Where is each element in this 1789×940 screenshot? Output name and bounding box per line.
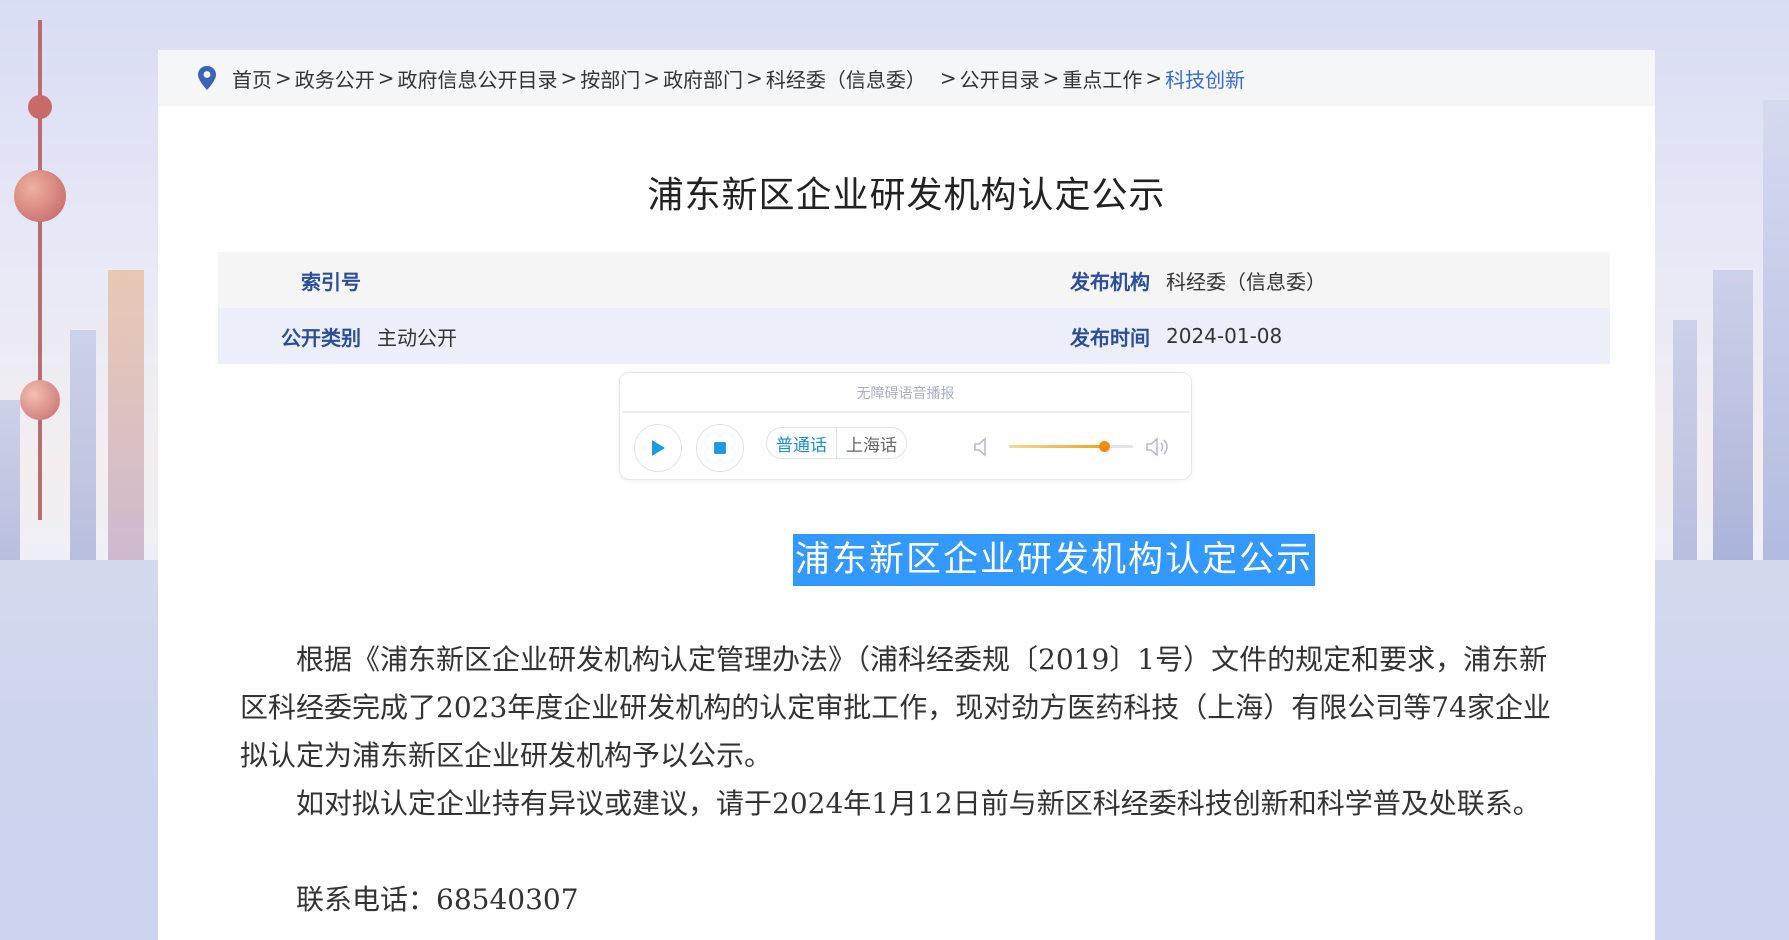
audio-player: 无障碍语音播报 普通话 上海话: [619, 372, 1192, 480]
volume-slider-fill: [1009, 445, 1105, 448]
breadcrumb-gov-affairs[interactable]: 政务公开: [295, 64, 375, 93]
breadcrumb-gov-departments[interactable]: 政府部门: [663, 64, 743, 93]
category-label: 公开类别: [281, 325, 361, 350]
player-progress[interactable]: [622, 411, 1189, 413]
breadcrumb-home[interactable]: 首页: [232, 64, 272, 93]
breadcrumb-separator: >: [275, 66, 292, 90]
main-container: 首页 > 政务公开 > 政府信息公开目录 > 按部门 > 政府部门 > 科经委（…: [158, 50, 1655, 940]
play-button[interactable]: [634, 424, 682, 472]
breadcrumb-separator: >: [1042, 66, 1060, 90]
breadcrumb: 首页 > 政务公开 > 政府信息公开目录 > 按部门 > 政府部门 > 科经委（…: [158, 50, 1655, 106]
volume-low-icon[interactable]: [972, 436, 992, 458]
player-title: 无障碍语音播报: [856, 386, 955, 402]
index-label: 索引号: [301, 269, 361, 294]
meta-row: 公开类别 主动公开 发布时间 2024-01-08: [218, 308, 1610, 364]
breadcrumb-separator: >: [746, 66, 763, 90]
breadcrumb-key-work[interactable]: 重点工作: [1062, 64, 1142, 93]
article-paragraph: 根据《浦东新区企业研发机构认定管理办法》（浦科经委规〔2019〕1号）文件的规定…: [240, 643, 1551, 772]
lang-shanghai-button[interactable]: 上海话: [837, 428, 906, 458]
publisher-cell: 发布机构 科经委（信息委）: [1030, 266, 1326, 295]
content-heading-highlighted: 浦东新区企业研发机构认定公示: [793, 534, 1316, 586]
left-skyline: [0, 0, 158, 560]
stop-icon: [714, 442, 726, 454]
volume-slider[interactable]: [1009, 441, 1133, 452]
contact-phone: 联系电话：68540307: [296, 883, 579, 916]
article-body: 根据《浦东新区企业研发机构认定管理办法》（浦科经委规〔2019〕1号）文件的规定…: [240, 636, 1575, 924]
volume-slider-knob[interactable]: [1099, 441, 1111, 452]
breadcrumb-separator: >: [377, 66, 395, 90]
date-cell: 发布时间 2024-01-08: [1030, 322, 1282, 351]
date-value: 2024-01-08: [1166, 324, 1283, 348]
stop-button[interactable]: [696, 424, 744, 472]
breadcrumb-separator: >: [643, 66, 661, 90]
breadcrumb-by-department[interactable]: 按部门: [580, 64, 640, 93]
breadcrumb-public-catalog[interactable]: 公开目录: [960, 64, 1040, 93]
breadcrumb-separator: >: [560, 66, 578, 90]
volume-high-icon[interactable]: [1145, 435, 1171, 459]
breadcrumb-separator: >: [1145, 66, 1163, 90]
publisher-value: 科经委（信息委）: [1166, 269, 1326, 294]
volume-control: [972, 433, 1172, 459]
language-switch: 普通话 上海话: [766, 427, 907, 459]
right-skyline: [1655, 0, 1789, 560]
date-label: 发布时间: [1070, 325, 1150, 350]
meta-table: 索引号 发布机构 科经委（信息委） 公开类别 主动公开 发布时间 2024-01…: [218, 252, 1610, 364]
location-pin-icon: [198, 66, 216, 90]
breadcrumb-sci-tech-committee[interactable]: 科经委（信息委）: [766, 64, 926, 93]
publisher-label: 发布机构: [1070, 269, 1150, 294]
article-paragraph: 如对拟认定企业持有异议或建议，请于2024年1月12日前与新区科经委科技创新和科…: [296, 787, 1541, 820]
lang-mandarin-button[interactable]: 普通话: [767, 428, 837, 458]
page-title: 浦东新区企业研发机构认定公示: [647, 175, 1166, 216]
breadcrumb-info-catalog[interactable]: 政府信息公开目录: [398, 64, 558, 93]
play-icon: [652, 440, 665, 456]
breadcrumb-separator: >: [939, 66, 957, 90]
category-value: 主动公开: [377, 325, 457, 350]
breadcrumb-sci-innovation[interactable]: 科技创新: [1165, 64, 1245, 93]
meta-row: 索引号 发布机构 科经委（信息委）: [218, 252, 1610, 308]
